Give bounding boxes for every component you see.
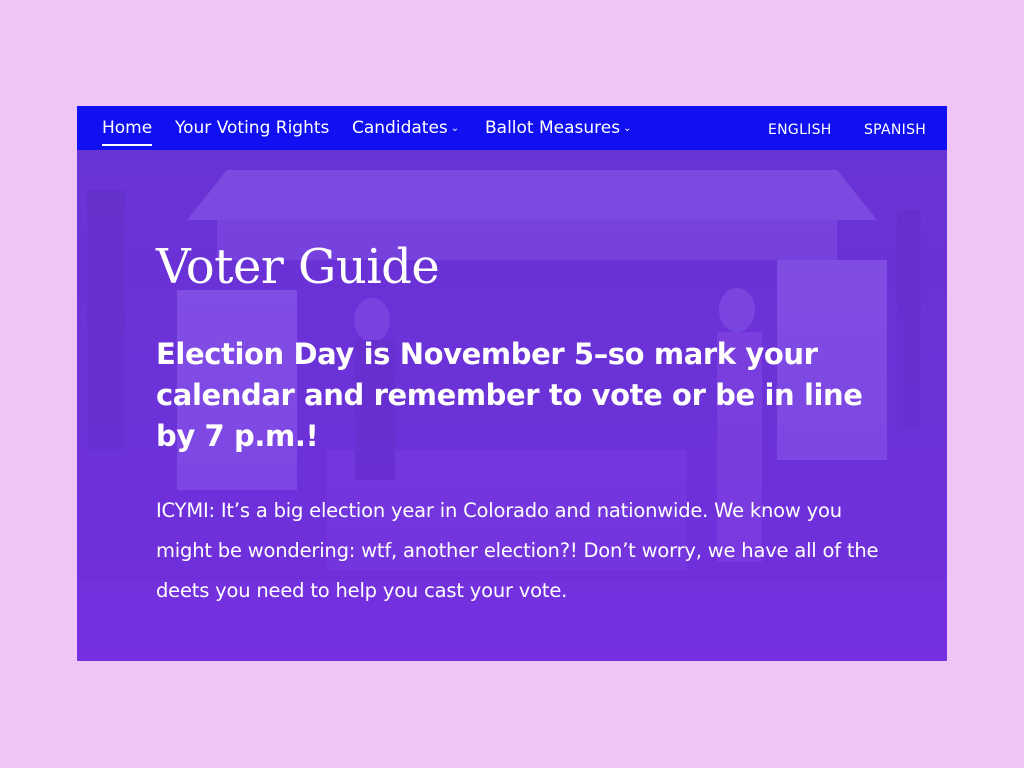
nav-candidates-label: Candidates	[352, 118, 448, 138]
nav-ballot-measures-label: Ballot Measures	[485, 118, 621, 138]
top-navigation: Home Your Voting Rights Candidates ⌄ Ball…	[77, 106, 947, 150]
nav-ballot-measures-menu[interactable]: Ballot Measures ⌄	[485, 117, 632, 142]
chevron-down-icon: ⌄	[623, 123, 632, 134]
page-title: Voter Guide	[156, 239, 440, 295]
language-english-link[interactable]: ENGLISH	[768, 119, 832, 141]
nav-home-link[interactable]: Home	[102, 117, 153, 146]
language-spanish-link[interactable]: SPANISH	[864, 119, 926, 141]
intro-paragraph: ICYMI: It’s a big election year in Color…	[156, 499, 879, 602]
election-day-subtitle: Election Day is November 5–so mark your …	[156, 337, 863, 453]
nav-candidates-menu[interactable]: Candidates ⌄	[352, 117, 459, 142]
voter-guide-page: Home Your Voting Rights Candidates ⌄ Ball…	[77, 106, 947, 661]
nav-voting-rights-link[interactable]: Your Voting Rights	[175, 117, 329, 139]
chevron-down-icon: ⌄	[450, 123, 460, 134]
